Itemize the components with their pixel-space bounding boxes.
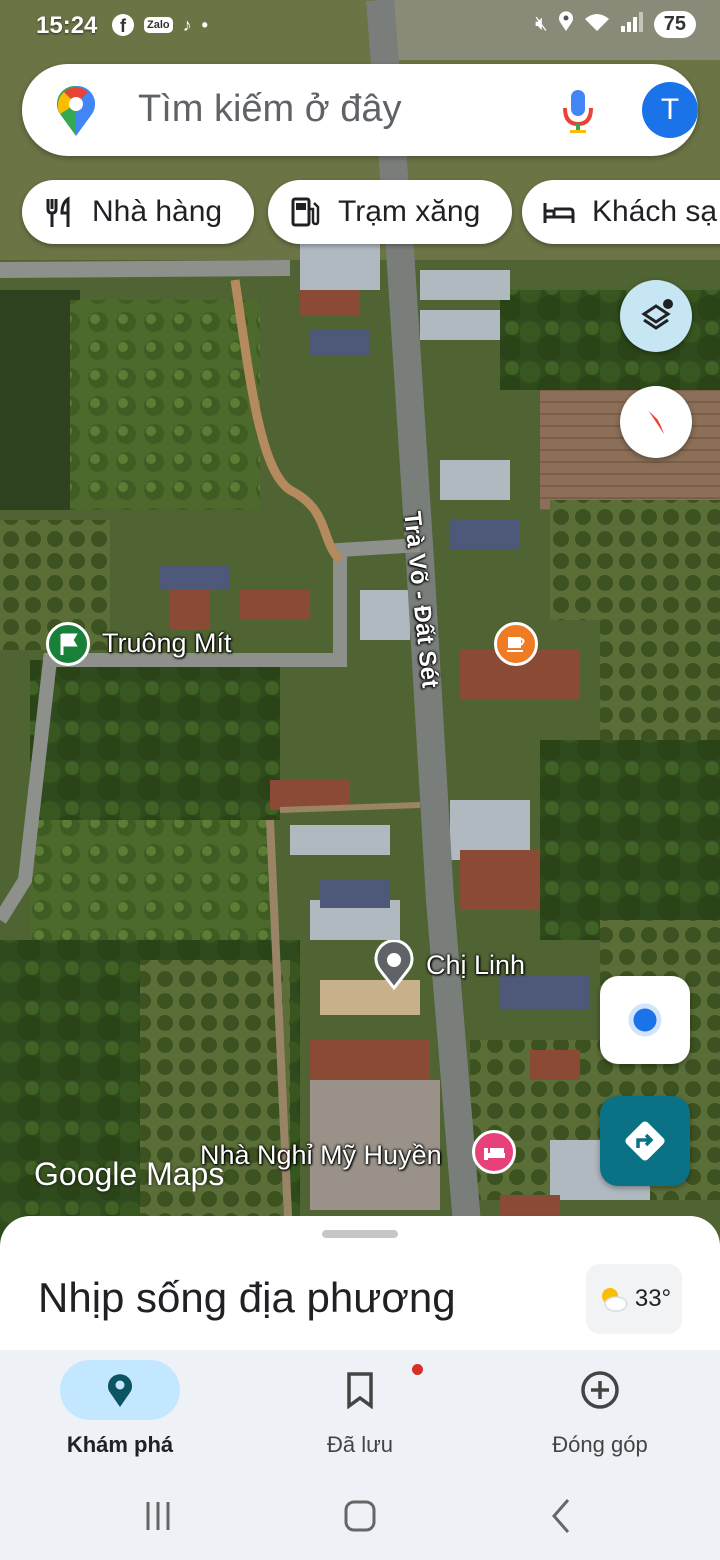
explore-pin-icon (108, 1374, 132, 1407)
layers-button[interactable] (620, 280, 692, 352)
explore-sheet[interactable]: Nhịp sống địa phương 33° (0, 1216, 720, 1366)
place-label: Truông Mít (102, 628, 232, 658)
chip-hotels[interactable]: Khách sạ (522, 180, 720, 244)
chip-restaurants[interactable]: Nhà hàng (22, 180, 254, 244)
partly-cloudy-icon (601, 1288, 628, 1312)
battery-level: 75 (653, 11, 696, 38)
flag-icon (46, 622, 90, 666)
nav-label: Đã lưu (326, 1432, 394, 1457)
nav-label: Đóng góp (552, 1432, 648, 1457)
directions-icon (625, 1121, 665, 1161)
signal-icon (620, 11, 644, 39)
status-bar: 15:24 f Zalo ♪ • 🔇︎ 75 (0, 0, 720, 56)
nav-label: Khám phá (66, 1432, 174, 1457)
hotel-icon (543, 203, 575, 223)
restaurant-icon (46, 196, 70, 227)
zalo-icon: Zalo (144, 17, 173, 33)
compass-icon (648, 410, 664, 434)
place-label: Chị Linh (426, 950, 526, 980)
my-location-button[interactable] (600, 976, 690, 1064)
place-label: Nhà Nghỉ Mỹ Huyền (200, 1140, 442, 1170)
google-maps-watermark: Google Maps (34, 1156, 225, 1192)
bottom-navigation: Khám phá Đã lưu Đóng góp (0, 1350, 720, 1560)
back-icon[interactable] (542, 1496, 582, 1536)
layers-icon (641, 299, 673, 330)
home-icon[interactable] (340, 1496, 380, 1536)
directions-button[interactable] (600, 1096, 690, 1186)
search-input[interactable]: Tìm kiếm ở đây (138, 88, 402, 131)
status-time: 15:24 (36, 12, 98, 39)
chip-gas-stations[interactable]: Trạm xăng (268, 180, 512, 244)
tiktok-icon: ♪ (182, 14, 192, 35)
sheet-drag-handle[interactable] (322, 1230, 398, 1238)
google-maps-logo-icon (52, 82, 100, 138)
recent-apps-icon[interactable] (138, 1496, 178, 1536)
cafe-icon (494, 622, 538, 666)
avatar[interactable]: T (642, 82, 698, 138)
temperature: 33° (634, 1285, 672, 1312)
weather-chip[interactable]: 33° (586, 1264, 682, 1334)
add-circle-icon (581, 1371, 619, 1409)
facebook-icon: f (112, 14, 134, 36)
compass-button[interactable] (620, 386, 692, 458)
chip-label: Nhà hàng (92, 195, 223, 228)
notification-dot (412, 1364, 423, 1375)
nav-contribute[interactable]: Đóng góp (500, 1360, 700, 1458)
chip-label: Trạm xăng (338, 195, 481, 228)
place-icon (372, 940, 416, 990)
mic-icon[interactable] (560, 86, 596, 136)
chip-label: Khách sạ (592, 195, 718, 228)
my-location-icon (628, 1003, 662, 1037)
location-icon (558, 10, 574, 39)
bed-icon (472, 1130, 516, 1174)
dot-icon: • (201, 14, 208, 35)
nav-saved[interactable]: Đã lưu (260, 1360, 460, 1458)
wifi-icon (584, 11, 610, 39)
mute-icon: 🔇︎ (535, 13, 548, 35)
search-bar[interactable]: Tìm kiếm ở đây T (22, 64, 698, 156)
nav-explore[interactable]: Khám phá (20, 1360, 220, 1458)
gas-station-icon (291, 197, 320, 227)
bookmark-icon (347, 1372, 373, 1409)
sheet-title: Nhịp sống địa phương (38, 1274, 456, 1321)
